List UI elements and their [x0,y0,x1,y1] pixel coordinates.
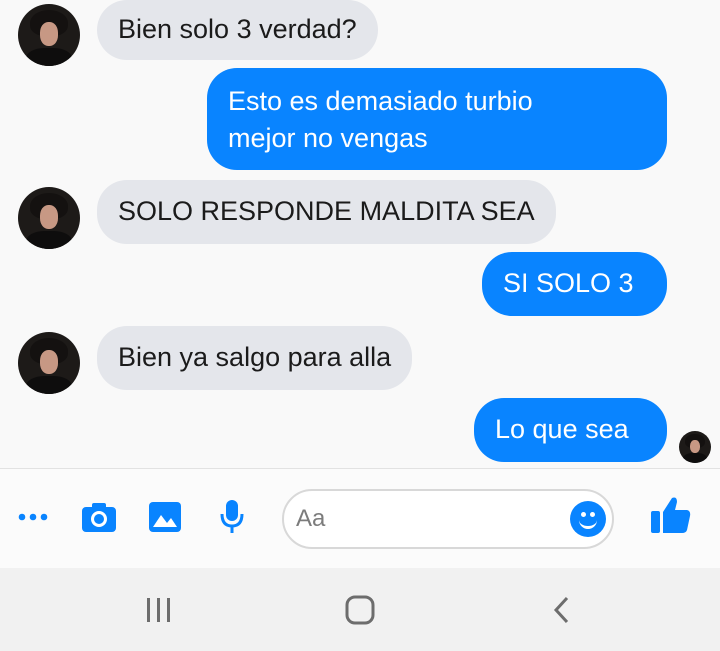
chat-thread: Bien solo 3 verdad? Esto es demasiado tu… [0,0,720,468]
seen-receipt-avatar [679,431,711,463]
message-composer: Aa [0,468,720,569]
message-text-line: mejor no vengas [228,123,428,153]
contact-avatar[interactable] [18,4,80,66]
microphone-icon[interactable] [217,497,247,537]
message-outgoing[interactable]: SI SOLO 3 [482,252,667,316]
message-text: SOLO RESPONDE MALDITA SEA [118,196,535,226]
message-text: SI SOLO 3 [503,268,634,298]
gallery-icon[interactable] [147,497,183,537]
message-text: Lo que sea [495,414,629,444]
message-outgoing[interactable]: Lo que sea [474,398,667,462]
message-incoming[interactable]: Bien solo 3 verdad? [97,0,378,60]
more-icon[interactable] [16,497,50,537]
message-incoming[interactable]: SOLO RESPONDE MALDITA SEA [97,180,556,244]
message-text: Bien solo 3 verdad? [118,14,357,44]
home-icon[interactable] [345,595,375,625]
thumbs-up-icon[interactable] [650,495,692,535]
message-text: Bien ya salgo para alla [118,342,392,372]
back-icon[interactable] [550,595,574,625]
contact-avatar[interactable] [18,332,80,394]
message-text-line: Esto es demasiado turbio [228,86,533,116]
recent-apps-icon[interactable] [144,596,174,624]
camera-icon[interactable] [80,497,118,537]
message-incoming[interactable]: Bien ya salgo para alla [97,326,413,390]
system-navigation-bar [0,568,720,651]
contact-avatar[interactable] [18,187,80,249]
message-input[interactable]: Aa [282,489,614,549]
message-input-placeholder: Aa [296,505,326,532]
emoji-icon[interactable] [570,501,606,537]
message-outgoing[interactable]: Esto es demasiado turbio mejor no vengas [207,68,667,170]
